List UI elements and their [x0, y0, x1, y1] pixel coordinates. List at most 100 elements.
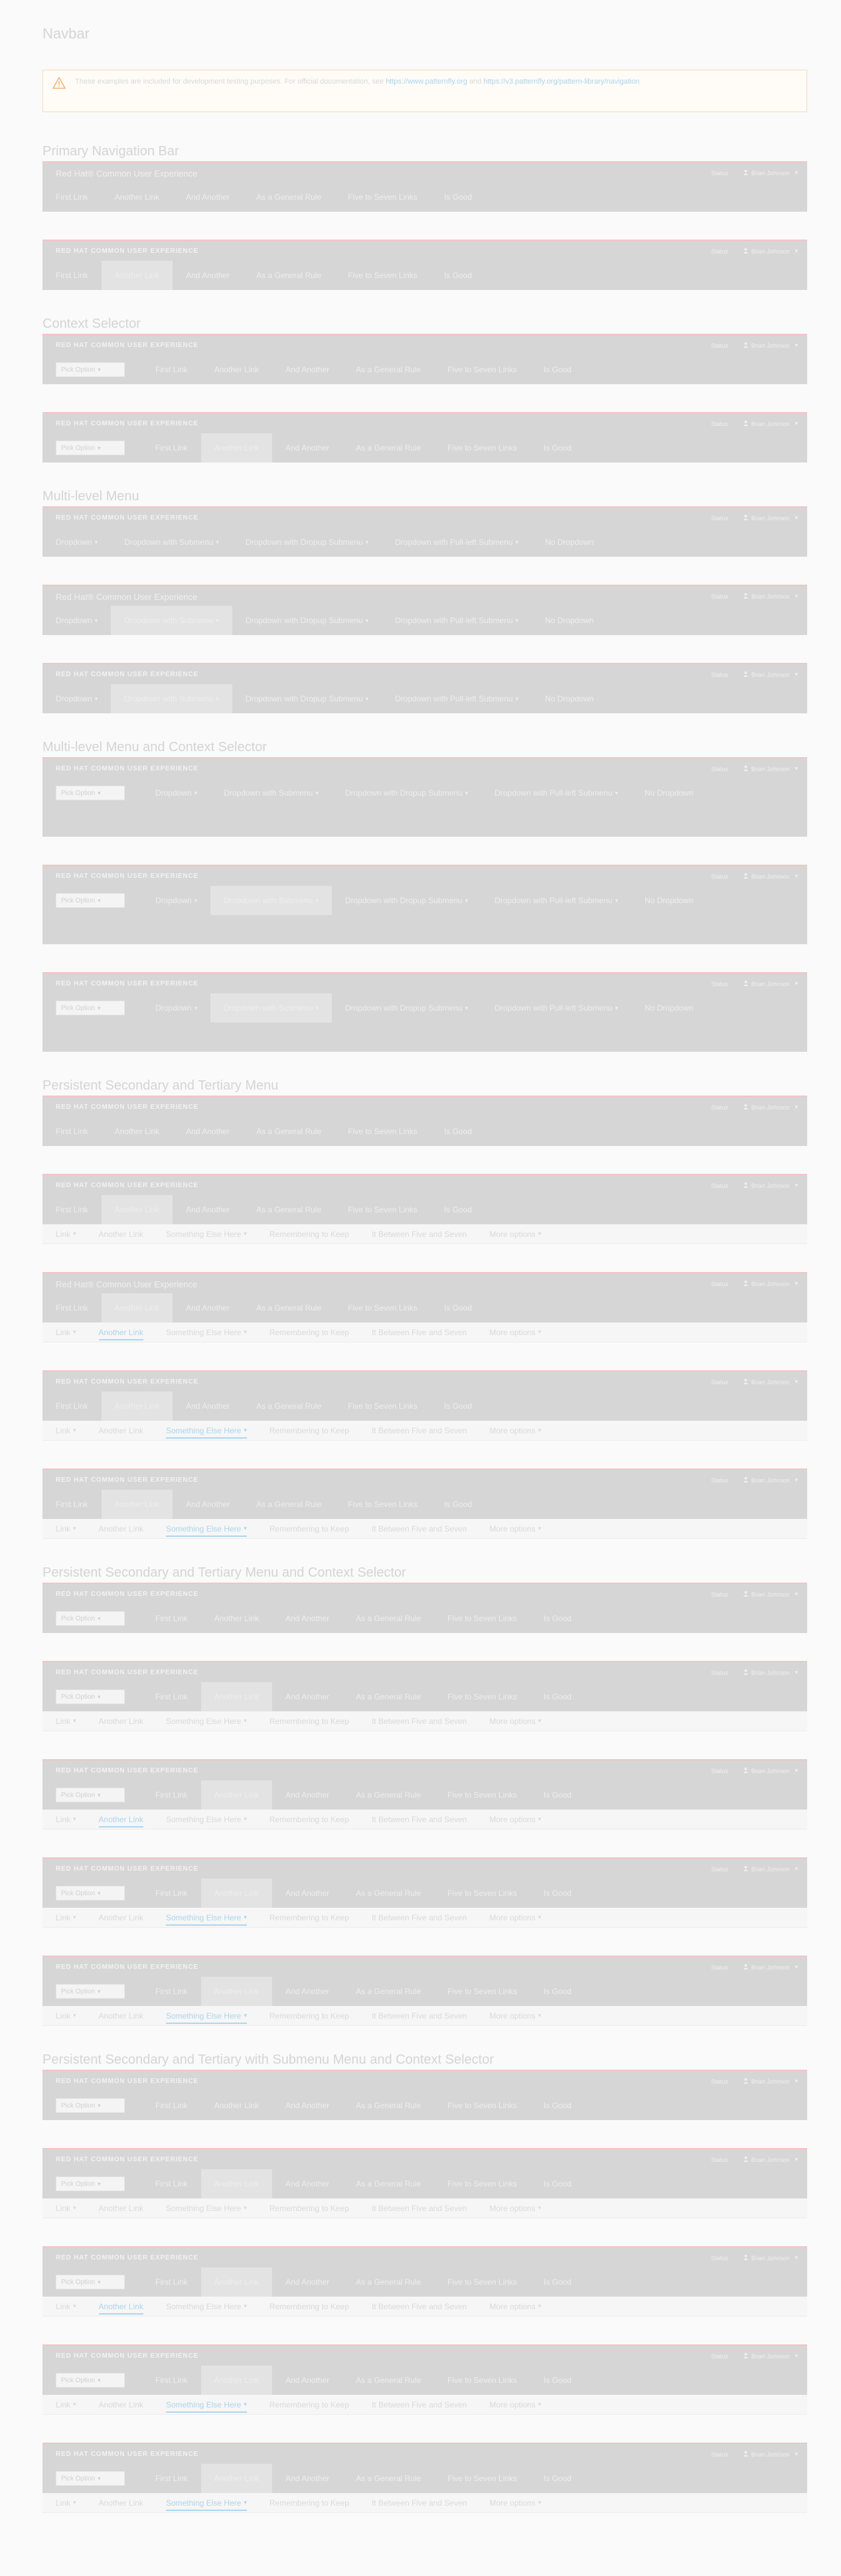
primary-nav-item[interactable]: Is Good [530, 2091, 585, 2120]
primary-nav-item[interactable]: Dropdown with Submenu ▾ [210, 993, 332, 1023]
context-selector-button[interactable]: Pick Option ▾ [56, 1689, 125, 1704]
user-dropdown[interactable]: Brian Johnson ▾ [743, 2254, 798, 2261]
brand-logo[interactable]: RED HAT COMMON USER EXPERIENCE [56, 420, 198, 427]
secondary-nav-item[interactable]: Something Else Here ▾ [155, 2395, 258, 2414]
user-dropdown[interactable]: Brian Johnson ▾ [743, 2352, 798, 2360]
secondary-nav-item[interactable]: Link ▾ [56, 1810, 88, 1829]
primary-nav-item[interactable]: Dropdown with Dropup Submenu ▾ [332, 778, 481, 808]
primary-nav-item[interactable]: As a General Rule [243, 1490, 335, 1519]
primary-nav-item[interactable]: Five to Seven Links [335, 1293, 431, 1323]
primary-nav-item[interactable]: As a General Rule [343, 2091, 434, 2120]
primary-nav-item[interactable]: First Link [142, 2464, 201, 2493]
primary-nav-item[interactable]: And Another [272, 1682, 343, 1711]
primary-nav-item[interactable]: Is Good [530, 2267, 585, 2297]
primary-nav-item[interactable]: Another Link [102, 182, 173, 212]
primary-nav-item[interactable]: Another Link [200, 2169, 273, 2198]
primary-nav-item[interactable]: Dropdown ▾ [56, 528, 111, 557]
primary-nav-item[interactable]: First Link [142, 2366, 201, 2395]
primary-nav-item[interactable]: First Link [56, 1490, 102, 1519]
secondary-nav-item[interactable]: Remembering to Keep [258, 1519, 360, 1538]
primary-nav-item[interactable]: First Link [142, 355, 201, 384]
primary-nav-item[interactable]: Another Link [200, 1879, 273, 1908]
status-link[interactable]: Status [711, 170, 728, 177]
user-dropdown[interactable]: Brian Johnson ▾ [743, 1669, 798, 1676]
context-selector-button[interactable]: Pick Option ▾ [56, 2275, 125, 2289]
brand-logo[interactable]: RED HAT COMMON USER EXPERIENCE [56, 2078, 198, 2085]
secondary-nav-item[interactable]: Another Link [88, 2395, 155, 2414]
status-link[interactable]: Status [711, 342, 728, 349]
secondary-nav-item[interactable]: Link ▾ [56, 1224, 88, 1244]
primary-nav-item[interactable]: First Link [142, 1604, 201, 1633]
primary-nav-item[interactable]: As a General Rule [343, 1977, 434, 2006]
secondary-nav-item[interactable]: More options ▾ [478, 2297, 552, 2316]
brand-logo[interactable]: RED HAT COMMON USER EXPERIENCE [56, 873, 198, 880]
status-link[interactable]: Status [711, 1670, 728, 1676]
primary-nav-item[interactable]: First Link [56, 1117, 102, 1146]
secondary-nav-item[interactable]: Something Else Here ▾ [155, 1519, 258, 1538]
secondary-nav-item[interactable]: Remembering to Keep [258, 2297, 360, 2316]
secondary-nav-item[interactable]: Something Else Here ▾ [155, 2006, 258, 2025]
status-link[interactable]: Status [711, 2255, 728, 2261]
user-dropdown[interactable]: Brian Johnson ▾ [743, 873, 798, 880]
user-dropdown[interactable]: Brian Johnson ▾ [743, 980, 798, 987]
user-dropdown[interactable]: Brian Johnson ▾ [743, 593, 798, 600]
primary-nav-item[interactable]: Dropdown with Pull-left Submenu ▾ [481, 886, 631, 915]
secondary-nav-item[interactable]: Remembering to Keep [258, 2198, 360, 2218]
primary-nav-item[interactable]: And Another [272, 433, 343, 463]
status-link[interactable]: Status [711, 1964, 728, 1971]
primary-nav-item[interactable]: And Another [173, 1195, 243, 1224]
status-link[interactable]: Status [711, 421, 728, 427]
primary-nav-item[interactable]: Is Good [431, 182, 485, 212]
secondary-nav-item[interactable]: It Between Five and Seven [360, 2297, 478, 2316]
context-selector-button[interactable]: Pick Option ▾ [56, 1984, 125, 1999]
brand-name[interactable]: Red Hat® Common User Experience [56, 1279, 197, 1289]
secondary-nav-item[interactable]: Another Link [88, 2297, 155, 2316]
status-link[interactable]: Status [711, 873, 728, 880]
primary-nav-item[interactable]: Five to Seven Links [434, 1879, 530, 1908]
secondary-nav-item[interactable]: Another Link [88, 1421, 155, 1440]
primary-nav-item[interactable]: Is Good [530, 1977, 585, 2006]
primary-nav-item[interactable]: First Link [142, 2091, 201, 2120]
status-link[interactable]: Status [711, 1591, 728, 1598]
primary-nav-item[interactable]: Another Link [101, 261, 173, 290]
primary-nav-item[interactable]: Five to Seven Links [434, 1977, 530, 2006]
primary-nav-item[interactable]: No Dropdown [631, 886, 706, 915]
primary-nav-item[interactable]: Is Good [530, 1780, 585, 1810]
primary-nav-item[interactable]: As a General Rule [243, 1117, 335, 1146]
primary-nav-item[interactable]: As a General Rule [343, 1682, 434, 1711]
alert-link-1[interactable]: https://www.patternfly.org [386, 78, 467, 86]
secondary-nav-item[interactable]: Another Link [88, 1810, 155, 1829]
primary-nav-item[interactable]: As a General Rule [243, 182, 335, 212]
primary-nav-item[interactable]: And Another [272, 1879, 343, 1908]
secondary-nav-item[interactable]: Remembering to Keep [258, 1908, 360, 1927]
primary-nav-item[interactable]: Dropdown with Pull-left Submenu ▾ [481, 993, 631, 1023]
status-link[interactable]: Status [711, 1768, 728, 1774]
primary-nav-item[interactable]: Another Link [101, 1195, 173, 1224]
secondary-nav-item[interactable]: Another Link [88, 2006, 155, 2025]
secondary-nav-item[interactable]: Remembering to Keep [258, 1421, 360, 1440]
primary-nav-item[interactable]: Another Link [102, 1117, 173, 1146]
status-link[interactable]: Status [711, 593, 728, 600]
status-link[interactable]: Status [711, 2157, 728, 2163]
secondary-nav-item[interactable]: More options ▾ [478, 1323, 552, 1342]
user-dropdown[interactable]: Brian Johnson ▾ [743, 2078, 798, 2085]
user-dropdown[interactable]: Brian Johnson ▾ [743, 1865, 798, 1873]
primary-nav-item[interactable]: Dropdown with Pull-left Submenu ▾ [481, 778, 631, 808]
primary-nav-item[interactable]: And Another [272, 1977, 343, 2006]
alert-link-2[interactable]: https://v3.patternfly.org/pattern-librar… [483, 78, 639, 86]
primary-nav-item[interactable]: Is Good [530, 2169, 585, 2198]
secondary-nav-item[interactable]: Remembering to Keep [258, 2006, 360, 2025]
primary-nav-item[interactable]: Is Good [431, 1490, 485, 1519]
secondary-nav-item[interactable]: Another Link [88, 2198, 155, 2218]
primary-nav-item[interactable]: And Another [272, 2464, 343, 2493]
status-link[interactable]: Status [711, 766, 728, 772]
secondary-nav-item[interactable]: Link ▾ [56, 1908, 88, 1927]
primary-nav-item[interactable]: First Link [142, 1780, 201, 1810]
secondary-nav-item[interactable]: Remembering to Keep [258, 1711, 360, 1731]
brand-logo[interactable]: RED HAT COMMON USER EXPERIENCE [56, 248, 198, 255]
primary-nav-item[interactable]: Another Link [201, 355, 272, 384]
context-selector-button[interactable]: Pick Option ▾ [56, 362, 125, 377]
user-dropdown[interactable]: Brian Johnson ▾ [743, 1280, 798, 1287]
status-link[interactable]: Status [711, 1104, 728, 1111]
secondary-nav-item[interactable]: It Between Five and Seven [360, 2198, 478, 2218]
